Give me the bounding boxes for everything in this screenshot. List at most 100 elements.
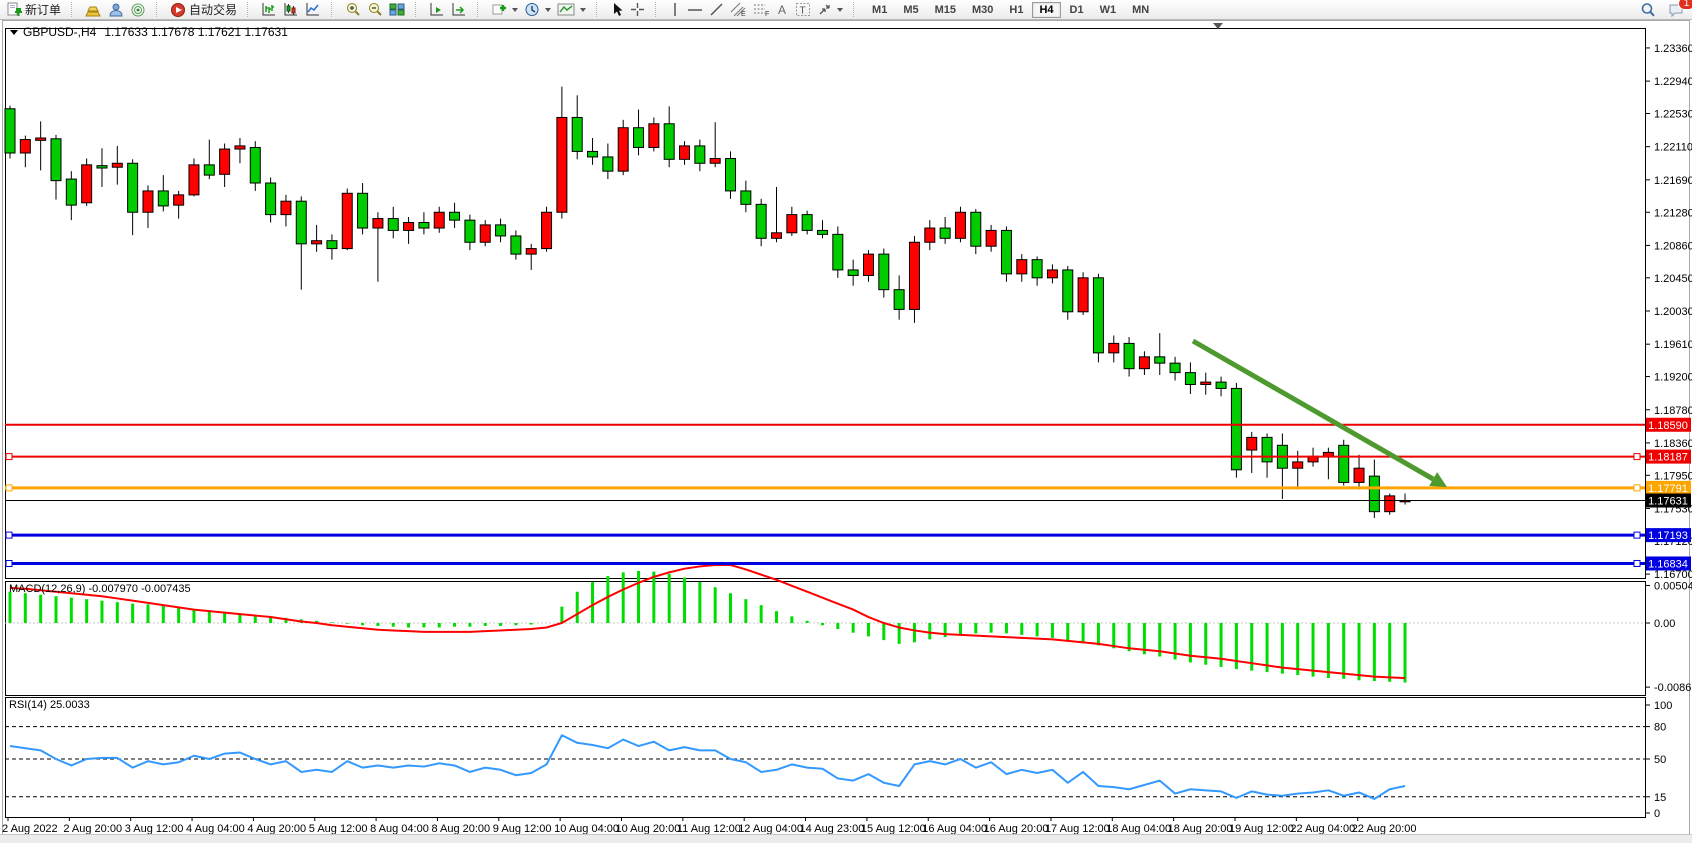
price-tick-label: 1.21280 [1654,207,1692,219]
notifications-button[interactable]: 1 [1665,1,1688,19]
timeframe-m5[interactable]: M5 [896,2,925,18]
timeframe-w1[interactable]: W1 [1093,2,1124,18]
cursor-button[interactable] [607,1,627,18]
crosshair-button[interactable] [627,1,648,18]
timeframe-m15[interactable]: M15 [928,2,963,18]
level-handle[interactable] [1634,454,1640,460]
toolbar-separator [71,2,77,17]
vertical-line-button[interactable] [666,1,684,18]
macd-tick-label: -0.008617 [1654,682,1692,694]
candle-body [112,163,122,167]
indicators-plus-icon [491,2,507,17]
candle-body [174,195,184,205]
candle-body [802,215,812,231]
candle-body [1385,496,1395,512]
new-order-button[interactable]: 新订单 [3,0,64,19]
tile-windows-icon [389,2,405,17]
zoom-in-button[interactable] [342,1,364,18]
timeframe-h1[interactable]: H1 [1002,2,1030,18]
price-tick-label: 1.19610 [1654,339,1692,351]
timeframe-mn[interactable]: MN [1125,2,1156,18]
signals-button[interactable] [127,1,149,18]
candle-body [1170,363,1180,372]
candle-body [480,225,490,242]
bar-chart-button[interactable] [258,1,280,18]
horizontal-line-button[interactable] [684,1,706,18]
macd-scale: 0.0050460.00-0.008617 [1645,580,1692,694]
objects-group [485,0,592,19]
text-button[interactable]: A [773,1,792,18]
rsi-label: RSI(14) 25.0033 [9,699,90,711]
level-handle[interactable] [1634,485,1640,491]
timeframe-d1[interactable]: D1 [1063,2,1091,18]
auto-trading-label: 自动交易 [189,1,237,18]
candle-body [1293,462,1303,468]
equidistant-channel-button[interactable]: E [727,1,750,18]
chart-ohlc-quotes: 1.17633 1.17678 1.17621 1.17631 [104,25,288,39]
level-handle[interactable] [6,560,12,566]
auto-trading-button[interactable]: 自动交易 [167,0,240,19]
candle-body [1063,270,1073,312]
toolbar-separator [853,2,859,17]
arrows-icon [817,2,832,17]
zoom-out-button[interactable] [364,1,386,18]
candle-body [986,230,996,246]
candle-body [312,241,322,244]
candle-body [787,215,797,233]
charts-profile-button[interactable] [82,1,105,18]
rsi-tick-label: 50 [1654,754,1666,766]
candle-body [266,183,276,215]
candle-body [710,159,720,164]
price-tick-label: 1.22940 [1654,76,1692,88]
price-tick-label: 1.22110 [1654,142,1692,154]
search-icon [1640,2,1656,18]
zoom-in-icon [345,2,361,17]
cursor-arrow-icon [610,2,624,17]
arrows-button[interactable] [814,1,846,18]
search-button[interactable] [1637,1,1659,19]
chart-dropdown-icon[interactable] [10,30,18,35]
line-chart-icon [305,2,321,17]
candle-body [1262,437,1272,461]
community-button[interactable] [105,1,127,18]
candlestick-chart-button[interactable] [280,1,302,18]
auto-scroll-button[interactable] [426,1,448,18]
line-chart-button[interactable] [302,1,324,18]
horizontal-line-icon [687,2,703,17]
main-pane[interactable] [6,29,1646,579]
indicators-button[interactable] [488,1,521,18]
level-handle[interactable] [1634,532,1640,538]
candle-body [542,212,552,248]
toolbar-separator [655,2,661,17]
candle-body [1155,357,1165,363]
level-handle[interactable] [6,454,12,460]
level-handle[interactable] [1634,560,1640,566]
rsi-value: 25.0033 [50,699,90,711]
timeframe-m1[interactable]: M1 [865,2,894,18]
candle-body [235,146,245,149]
price-tick-label: 1.18780 [1654,405,1692,417]
level-handle[interactable] [6,485,12,491]
candle-body [5,109,15,153]
time-axis[interactable]: 2 Aug 20222 Aug 20:003 Aug 12:004 Aug 04… [2,817,1417,835]
chart-window[interactable]: 1.233601.229401.225301.221101.216901.212… [0,20,1692,843]
timeframe-h4[interactable]: H4 [1032,2,1060,18]
chart-shift-button[interactable] [448,1,470,18]
templates-button[interactable] [554,1,589,18]
trendline-button[interactable] [706,1,727,18]
toolbar-right-group: 1 [1637,0,1688,19]
toolbar-separator [596,2,602,17]
price-tick-label: 1.20030 [1654,306,1692,318]
level-handle[interactable] [6,532,12,538]
periods-button[interactable] [521,1,554,18]
candle-body [618,128,628,171]
tile-windows-button[interactable] [386,1,408,18]
candle-body [1369,476,1379,512]
timeframe-m30[interactable]: M30 [965,2,1000,18]
text-label-button[interactable]: T [792,1,814,18]
candle-body [649,124,659,148]
fibonacci-button[interactable]: F [750,1,773,18]
channel-icon: E [730,2,747,17]
chart-canvas[interactable]: 1.233601.229401.225301.221101.216901.212… [0,20,1692,843]
candle-body [1017,260,1027,274]
